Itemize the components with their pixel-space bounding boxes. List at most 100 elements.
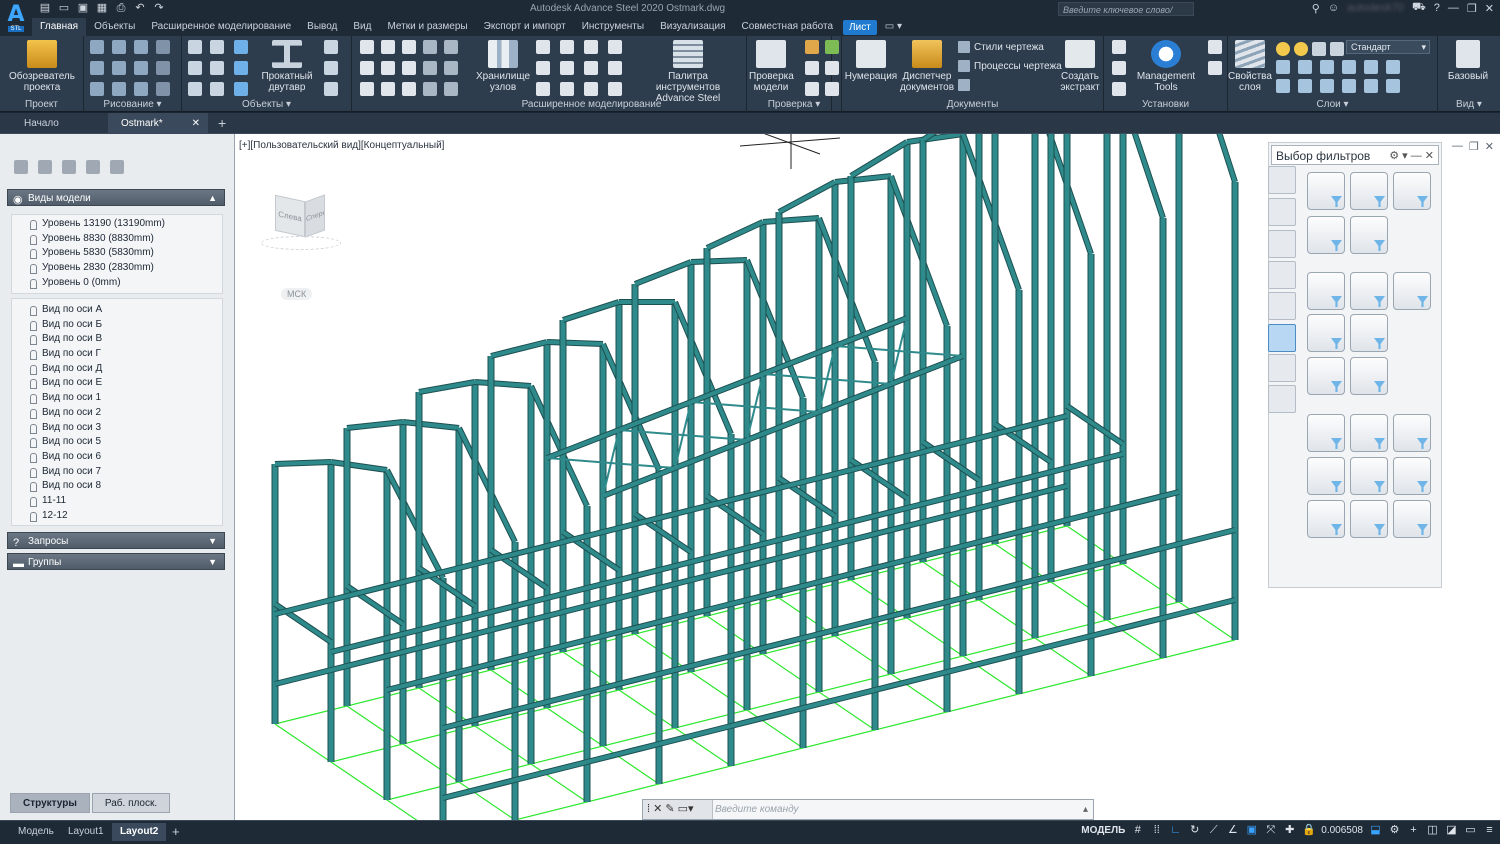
filter-category-7-icon[interactable]: [1268, 354, 1296, 382]
layer-tool-9-icon[interactable]: [1320, 79, 1334, 93]
filter-button-17[interactable]: [1350, 457, 1388, 495]
new-tab-icon[interactable]: +: [208, 113, 238, 134]
drawing-styles-button[interactable]: Стили чертежа: [958, 41, 1044, 53]
arc-icon[interactable]: [134, 40, 148, 54]
freeze-icon[interactable]: [1294, 42, 1308, 56]
clean-screen-icon[interactable]: ▭: [1464, 824, 1477, 837]
filter-button-14[interactable]: [1350, 414, 1388, 452]
filter-category-2-icon[interactable]: [1268, 198, 1296, 226]
contour-icon[interactable]: [402, 61, 416, 75]
color-square-icon[interactable]: [1330, 42, 1344, 56]
snap-icon[interactable]: ⁞⁞: [1150, 824, 1163, 837]
miter-icon[interactable]: [360, 82, 374, 96]
spline-icon[interactable]: [90, 61, 104, 75]
polar-icon[interactable]: ↻: [1188, 824, 1201, 837]
ladder-icon[interactable]: [608, 61, 622, 75]
settings-gear-icon[interactable]: ⚙: [1388, 824, 1401, 837]
shed-icon[interactable]: [560, 82, 574, 96]
hole-icon[interactable]: [423, 82, 437, 96]
tab-objects[interactable]: Объекты: [86, 18, 143, 36]
explorer-delete-icon[interactable]: [110, 160, 124, 174]
tab-view[interactable]: Вид: [345, 18, 379, 36]
filter-button-20[interactable]: [1350, 500, 1388, 538]
tab-visualization[interactable]: Визуализация: [652, 18, 733, 36]
layer-on-icon[interactable]: [1276, 42, 1290, 56]
layer-properties-button[interactable]: Свойства слоя: [1228, 40, 1272, 93]
grid-icon[interactable]: [188, 40, 202, 54]
shear-stud-icon[interactable]: [444, 82, 458, 96]
add-layout-icon[interactable]: +: [164, 823, 188, 841]
explorer-folder-icon[interactable]: [62, 160, 76, 174]
filter-button-5[interactable]: [1350, 216, 1388, 254]
ring-icon[interactable]: [608, 82, 622, 96]
layer-tool-12-icon[interactable]: [1386, 79, 1400, 93]
rectangle-icon[interactable]: [112, 82, 126, 96]
plus-icon[interactable]: +: [1407, 824, 1420, 837]
tab-advanced-modeling[interactable]: Расширенное моделирование: [143, 18, 299, 36]
app-logo[interactable]: A STL: [0, 0, 32, 36]
layer-tool-11-icon[interactable]: [1364, 79, 1378, 93]
groups-header[interactable]: ▬ Группы ▼: [7, 553, 225, 570]
filter-category-1-icon[interactable]: [1268, 166, 1296, 194]
layer-tool-6-icon[interactable]: [1386, 60, 1400, 74]
defaults-icon[interactable]: [1208, 40, 1222, 54]
drawing-processes-button[interactable]: Процессы чертежа: [958, 60, 1062, 72]
filter-category-6-icon[interactable]: [1268, 324, 1296, 352]
open-icon[interactable]: ▭: [57, 2, 71, 15]
move-icon[interactable]: [156, 61, 170, 75]
list-item[interactable]: Уровень 0 (0mm): [12, 276, 222, 291]
isodraft-icon[interactable]: ⟋: [1207, 824, 1220, 837]
tool-palette-button[interactable]: Палитра инструментов Advance Steel: [636, 40, 740, 104]
tab-model[interactable]: Модель: [10, 823, 62, 841]
object-track-icon[interactable]: ∠: [1226, 824, 1239, 837]
model-views-header[interactable]: ◉ Виды модели ▲: [7, 189, 225, 206]
filter-button-9[interactable]: [1307, 314, 1345, 352]
tab-export-import[interactable]: Экспорт и импорт: [476, 18, 574, 36]
gable-icon[interactable]: [536, 61, 550, 75]
rolled-i-section-button[interactable]: Прокатный двутавр: [256, 40, 318, 93]
fold-icon[interactable]: [402, 40, 416, 54]
panel-label-objects[interactable]: Объекты ▾: [182, 98, 351, 111]
polyline-icon[interactable]: [90, 40, 104, 54]
search-marked-icon[interactable]: [805, 82, 819, 96]
display-icon[interactable]: [825, 61, 839, 75]
workspace-icon[interactable]: ✚: [1283, 824, 1296, 837]
help-icon[interactable]: ?: [1434, 2, 1440, 14]
ellipse-icon[interactable]: [134, 82, 148, 96]
list-item[interactable]: Вид по оси 7: [12, 465, 222, 480]
purlin-icon[interactable]: [324, 40, 338, 54]
list-item[interactable]: Вид по оси 2: [12, 406, 222, 421]
layer-tool-5-icon[interactable]: [1364, 60, 1378, 74]
bracing-icon[interactable]: [324, 61, 338, 75]
filter-button-13[interactable]: [1307, 414, 1345, 452]
list-item[interactable]: 12-12: [12, 509, 222, 524]
xline-icon[interactable]: [112, 61, 126, 75]
list-item[interactable]: Уровень 5830 (5830mm): [12, 246, 222, 261]
building-grid-icon[interactable]: [188, 82, 202, 96]
doc-extra-button[interactable]: [958, 79, 970, 91]
explorer-add-icon[interactable]: [38, 160, 52, 174]
cage-icon[interactable]: [536, 82, 550, 96]
bolt-pattern-icon[interactable]: [423, 61, 437, 75]
beam-icon[interactable]: [210, 61, 224, 75]
panel-label-check[interactable]: Проверка ▾: [747, 98, 841, 111]
ortho-icon[interactable]: ∟: [1169, 824, 1182, 837]
filter-category-4-icon[interactable]: [1268, 261, 1296, 289]
region-icon[interactable]: [156, 82, 170, 96]
curved-beam-icon[interactable]: [234, 61, 248, 75]
tab-ostmark[interactable]: Ostmark* ✕: [108, 113, 208, 134]
binoculars-icon[interactable]: ⚲: [1312, 2, 1320, 15]
list-item[interactable]: Уровень 13190 (13190mm): [12, 217, 222, 232]
database-icon[interactable]: [1208, 61, 1222, 75]
list-item[interactable]: Уровень 8830 (8830mm): [12, 232, 222, 247]
list-item[interactable]: Вид по оси 1: [12, 391, 222, 406]
settings-extra-icon[interactable]: [1112, 82, 1126, 96]
list-item[interactable]: Вид по оси Е: [12, 376, 222, 391]
project-explorer-button[interactable]: Обозреватель проекта: [4, 40, 80, 93]
layer-tool-2-icon[interactable]: [1298, 60, 1312, 74]
list-item[interactable]: Вид по оси А: [12, 303, 222, 318]
osnap-icon[interactable]: ▣: [1245, 824, 1258, 837]
chamfer-icon[interactable]: [402, 82, 416, 96]
list-item[interactable]: Уровень 2830 (2830mm): [12, 261, 222, 276]
plot-icon[interactable]: ⎙: [114, 2, 128, 15]
